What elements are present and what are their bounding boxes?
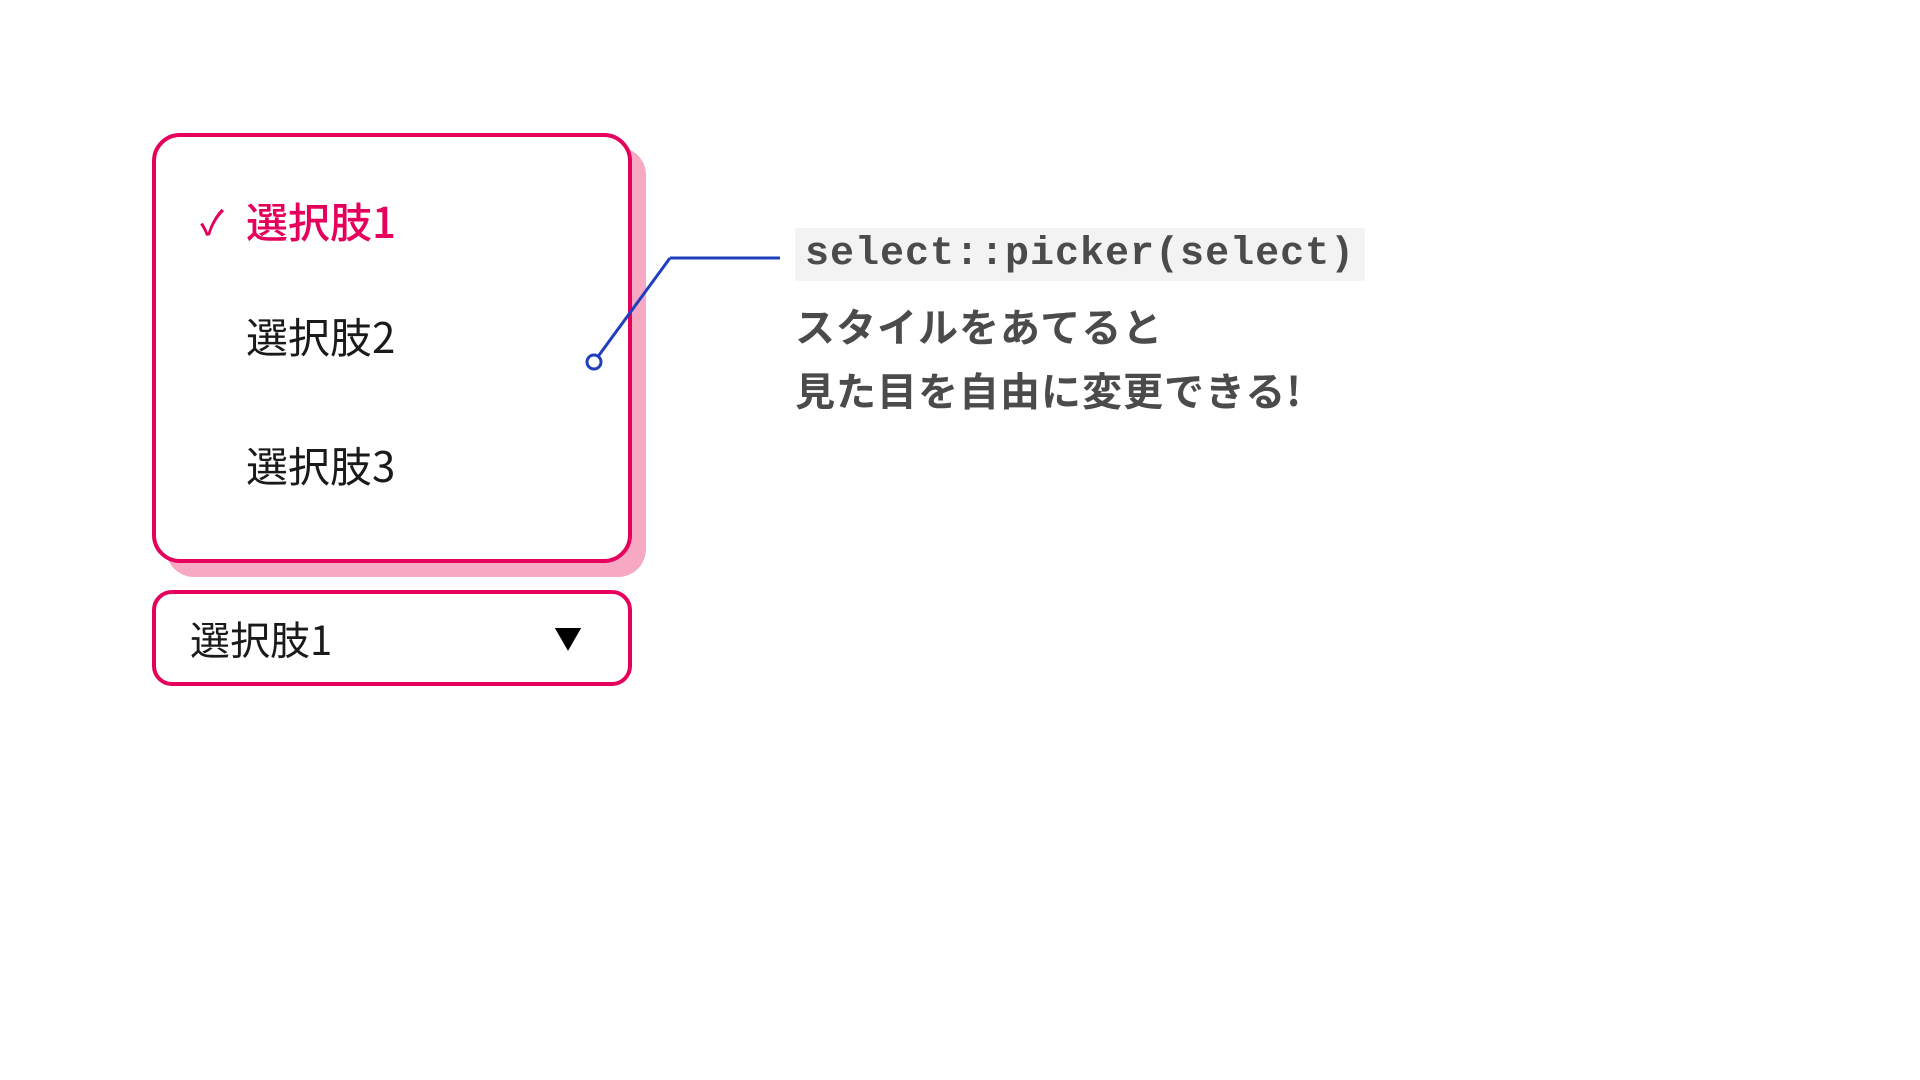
check-icon: ✓ <box>186 196 238 245</box>
annotation-block: select::picker(select) スタイルをあてると 見た目を自由に… <box>795 228 1365 421</box>
annotation-pointer <box>580 250 800 390</box>
picker-option-1[interactable]: ✓ 選択肢1 <box>186 171 598 270</box>
select-value: 選択肢1 <box>190 609 332 667</box>
picker-panel: ✓ 選択肢1 ✓ 選択肢2 ✓ 選択肢3 <box>152 133 632 563</box>
option-label: 選択肢1 <box>246 190 396 251</box>
option-label: 選択肢2 <box>246 305 395 366</box>
annotation-text: スタイルをあてると 見た目を自由に変更できる! <box>795 293 1365 421</box>
caret-down-icon: ▼ <box>554 624 582 652</box>
code-selector: select::picker(select) <box>795 228 1365 281</box>
annotation-line-1: スタイルをあてると <box>795 293 1365 357</box>
option-label: 選択肢3 <box>246 434 395 495</box>
picker-option-2[interactable]: ✓ 選択肢2 <box>186 270 598 399</box>
annotation-line-2: 見た目を自由に変更できる! <box>795 357 1365 421</box>
select-picker-dropdown[interactable]: ✓ 選択肢1 ✓ 選択肢2 ✓ 選択肢3 <box>152 133 632 563</box>
picker-option-3[interactable]: ✓ 選択肢3 <box>186 400 598 529</box>
select-button[interactable]: 選択肢1 ▼ <box>152 590 632 686</box>
